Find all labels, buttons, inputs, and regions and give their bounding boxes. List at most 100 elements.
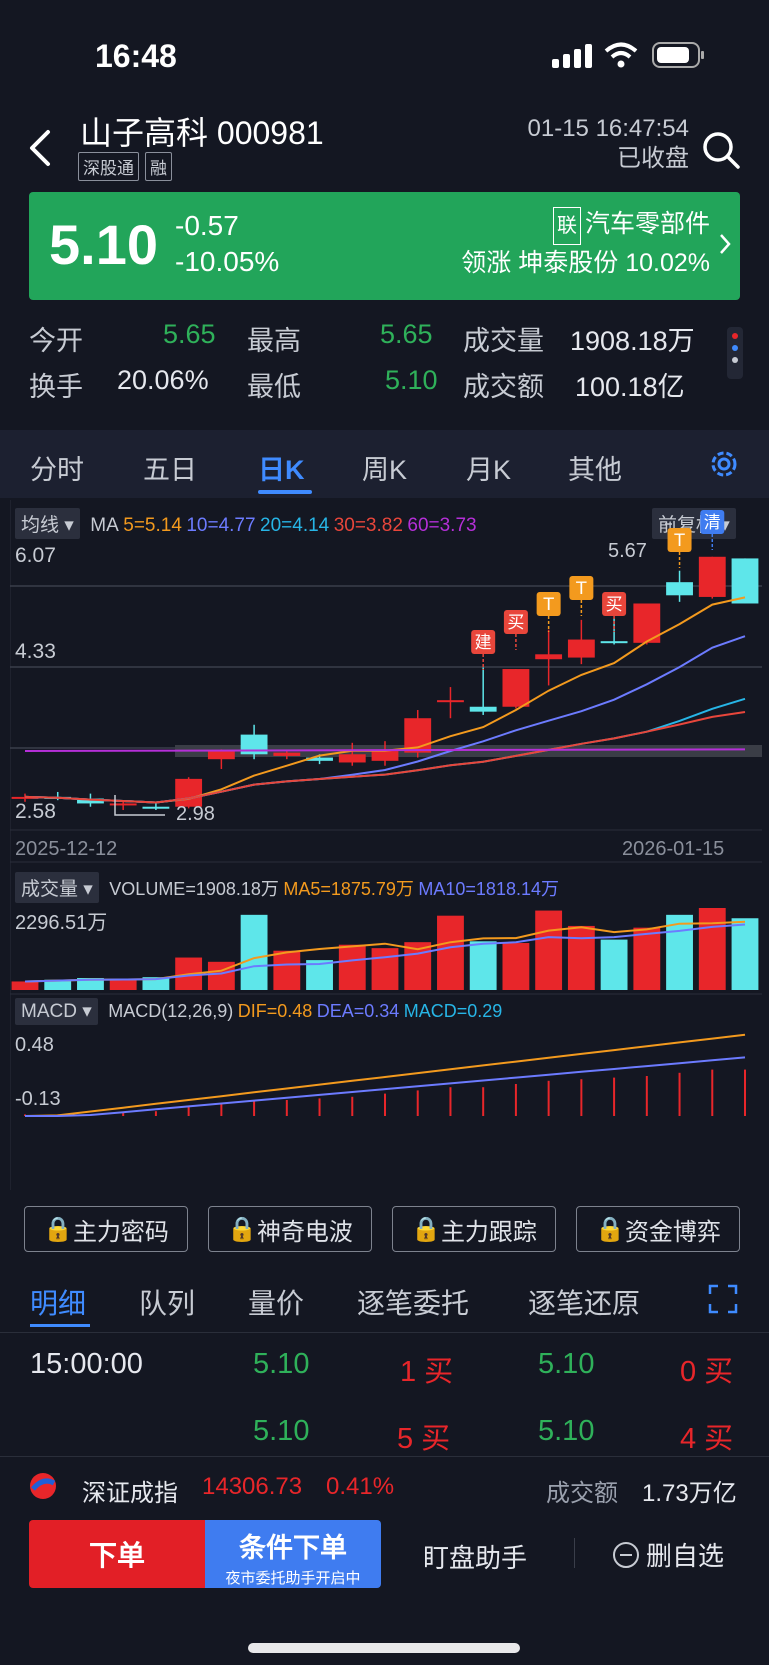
stock-code: 000981 — [216, 115, 324, 151]
tab-monthly-k[interactable]: 月K — [466, 448, 511, 487]
signal-tag-label: 建 — [475, 633, 492, 653]
high-value: 5.65 — [380, 319, 433, 349]
dtab-queue[interactable]: 队列 — [139, 1282, 195, 1322]
volume-bar — [240, 914, 268, 990]
tab-other[interactable]: 其他 — [568, 448, 622, 487]
trade-volume: 5 买 — [397, 1423, 451, 1455]
signal-tag-label: T — [542, 595, 554, 615]
volume-select-button[interactable]: 成交量 ▾ — [15, 872, 99, 903]
assistant-button[interactable]: 盯盘助手 — [423, 1538, 527, 1575]
date-start: 2025-12-12 — [15, 838, 118, 860]
cond-order-sub: 夜市委托助手开启中 — [225, 1570, 361, 1587]
candle-body — [666, 582, 693, 596]
stock-header: 山子高科 000981 深股通融 01-15 16:47:54 已收盘 — [0, 100, 769, 185]
candle-body — [502, 669, 530, 707]
volume-bar — [502, 943, 530, 990]
active-tab-indicator — [258, 490, 312, 494]
index-pct: 0.41% — [326, 1473, 395, 1500]
status-time: 16:48 — [95, 38, 177, 74]
macd-legend: MACD ▾ MACD(12,26,9) DIF=0.48 DEA=0.34 M… — [15, 998, 502, 1025]
volume-bar — [338, 944, 366, 990]
volume-y-top: 2296.51万 — [15, 912, 108, 934]
volume-value-label: VOLUME=1908.18万 — [109, 879, 279, 899]
candle-body — [142, 806, 170, 809]
dtab-detail[interactable]: 明细 — [30, 1282, 86, 1322]
trade-volume: 0 买 — [680, 1356, 734, 1388]
quote-datetime: 01-15 16:47:54 — [527, 115, 689, 142]
back-icon[interactable] — [26, 128, 56, 168]
candle-body — [567, 639, 595, 658]
change-percent: -10.05% — [175, 246, 280, 277]
lock-icon: 🔒 — [411, 1215, 441, 1243]
price-change: -0.57 -10.05% — [175, 208, 279, 280]
feature-wave-button[interactable]: 🔒 神奇电波 — [208, 1206, 372, 1252]
feature-track-button[interactable]: 🔒 主力跟踪 — [392, 1206, 556, 1252]
ma-line — [24, 635, 746, 804]
volume-ma5: MA5=1875.79万 — [283, 879, 414, 899]
tab-weekly-k[interactable]: 周K — [362, 448, 407, 487]
candle-body — [437, 700, 464, 703]
tab-daily-k[interactable]: 日K — [258, 448, 305, 487]
kline-chart-area[interactable]: 均线 ▾ MA 5=5.14 10=4.77 20=4.14 30=3.82 6… — [10, 500, 762, 1190]
max-price-label: 5.67 — [608, 540, 647, 562]
divider — [574, 1538, 575, 1568]
candle-body — [469, 706, 497, 712]
macd-select-button[interactable]: MACD ▾ — [15, 998, 98, 1025]
amount-value: 100.18亿 — [575, 372, 685, 402]
expand-icon[interactable] — [708, 1284, 738, 1314]
order-button[interactable]: 下单 — [29, 1520, 205, 1588]
wifi-icon — [604, 42, 638, 68]
index-amount: 1.73万亿 — [642, 1480, 737, 1507]
settings-gear-icon[interactable] — [706, 446, 742, 482]
low-value: 5.10 — [385, 365, 438, 395]
volume-ma10: MA10=1818.14万 — [418, 879, 559, 899]
feature-main-code-button[interactable]: 🔒 主力密码 — [24, 1206, 188, 1252]
macd-params: MACD(12,26,9) — [108, 1001, 234, 1021]
volume-bar — [437, 915, 464, 990]
candle-body — [273, 752, 301, 756]
index-bar[interactable]: 深证成指 14306.73 0.41% 成交额 1.73万亿 — [0, 1456, 769, 1517]
amount-label: 成交额 — [463, 372, 544, 402]
open-value: 5.65 — [163, 319, 216, 349]
cond-order-label: 条件下单 — [239, 1533, 347, 1563]
price-banner[interactable]: 5.10 -0.57 -10.05% 联汽车零部件 领涨 坤泰股份 10.02% — [29, 192, 740, 300]
lock-icon: 🔒 — [227, 1215, 257, 1243]
home-indicator — [248, 1643, 520, 1653]
szse-logo-icon — [30, 1473, 56, 1499]
signal-icon — [552, 44, 592, 68]
dtab-order-by-order[interactable]: 逐笔委托 — [357, 1282, 469, 1322]
y-label-top: 6.07 — [15, 544, 56, 567]
leader-percent: 10.02% — [625, 249, 710, 277]
dtab-volume-price[interactable]: 量价 — [248, 1282, 304, 1322]
quote-stats: 今开 5.65 最高 5.65 成交量 1908.18万 换手 20.06% 最… — [0, 305, 769, 415]
trade-price: 5.10 — [253, 1348, 310, 1380]
signal-tag-label: 买 — [606, 595, 623, 615]
tab-intraday[interactable]: 分时 — [30, 448, 84, 487]
trade-row: 15:00:00 5.10 1 买 5.10 0 买 — [0, 1348, 769, 1408]
more-menu-icon[interactable] — [727, 327, 743, 379]
dtab-tick-replay[interactable]: 逐笔还原 — [528, 1282, 640, 1322]
signal-tag-label: T — [575, 579, 587, 599]
search-icon[interactable] — [701, 130, 741, 170]
tab-five-day[interactable]: 五日 — [143, 448, 197, 487]
volume-bar — [535, 910, 563, 990]
lock-icon: 🔒 — [595, 1215, 625, 1243]
volume-bar — [698, 908, 726, 990]
candle-body — [109, 803, 137, 806]
conditional-order-button[interactable]: 条件下单 夜市委托助手开启中 — [205, 1520, 381, 1588]
candle-body — [338, 754, 366, 763]
signal-tag-label: 买 — [507, 613, 524, 633]
remove-favorite-button[interactable]: 删自选 — [612, 1536, 724, 1573]
candle-body — [698, 556, 726, 597]
candle-body — [600, 641, 628, 644]
open-label: 今开 — [29, 326, 83, 356]
chevron-right-icon — [720, 234, 731, 254]
macd-y-top: 0.48 — [15, 1034, 54, 1056]
candle-body — [207, 750, 235, 760]
volume-value: 1908.18万 — [570, 326, 695, 356]
candle-body — [535, 654, 563, 660]
feature-fund-button[interactable]: 🔒 资金博弈 — [576, 1206, 740, 1252]
turnover-label: 换手 — [29, 372, 83, 402]
trade-price: 5.10 — [538, 1415, 595, 1447]
lock-icon: 🔒 — [43, 1215, 73, 1243]
